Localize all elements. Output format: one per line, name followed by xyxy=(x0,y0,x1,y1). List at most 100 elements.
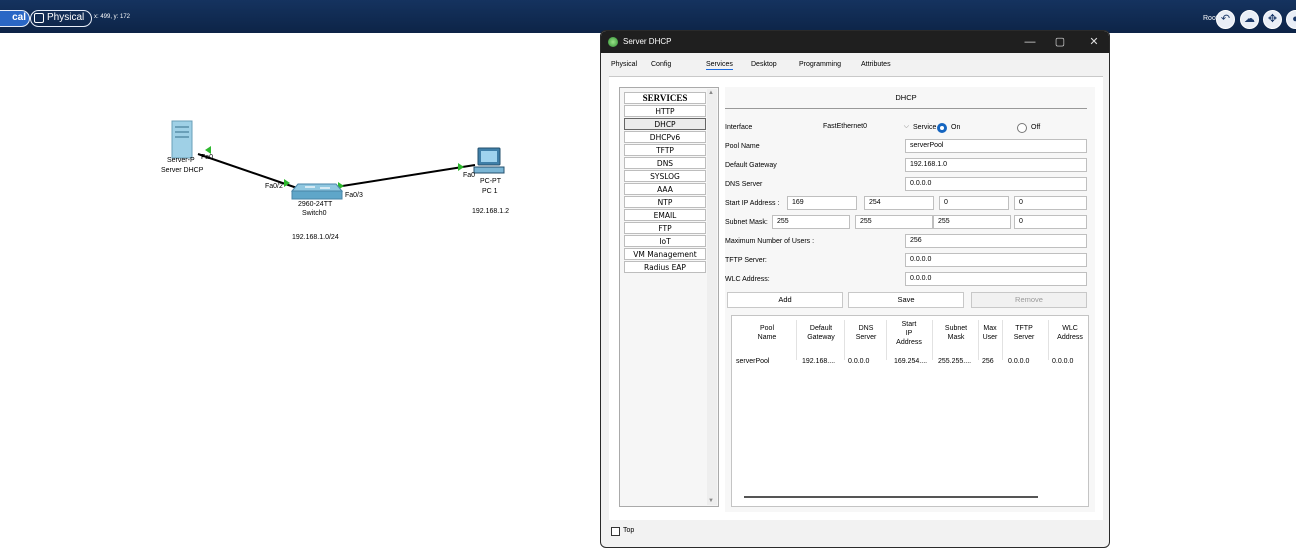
max-users-input[interactable]: 256 xyxy=(905,234,1087,248)
cloud-icon[interactable]: ☁ xyxy=(1240,10,1259,29)
start-ip-octet-2[interactable]: 254 xyxy=(864,196,934,210)
close-button[interactable]: ✕ xyxy=(1077,31,1109,53)
column-separator xyxy=(1048,320,1049,360)
dhcp-title: DHCP xyxy=(895,93,917,102)
server-icon[interactable] xyxy=(171,120,193,159)
service-on-radio[interactable] xyxy=(937,123,947,133)
scroll-down-icon[interactable]: ▼ xyxy=(708,498,714,504)
server-dhcp-window: Server DHCP — ▢ ✕ Physical Config Servic… xyxy=(600,30,1110,548)
switch-icon[interactable] xyxy=(290,183,344,200)
max-users-label: Maximum Number of Users : xyxy=(725,238,815,245)
window-title: Server DHCP xyxy=(623,37,672,46)
service-iot[interactable]: IoT xyxy=(624,235,706,247)
move-icon[interactable]: ✥ xyxy=(1263,10,1282,29)
pc-icon[interactable] xyxy=(473,147,505,174)
save-button[interactable]: Save xyxy=(848,292,964,308)
table-horizontal-scrollbar[interactable] xyxy=(744,496,1038,498)
start-ip-octet-4[interactable]: 0 xyxy=(1014,196,1087,210)
tab-services[interactable]: Services xyxy=(706,61,733,70)
service-ntp[interactable]: NTP xyxy=(624,196,706,208)
start-ip-label: Start IP Address : xyxy=(725,200,780,207)
gateway-input[interactable]: 192.168.1.0 xyxy=(905,158,1087,172)
col-pool-name[interactable]: Pool Name xyxy=(746,324,788,342)
back-arrow-icon[interactable]: ↶ xyxy=(1216,10,1235,29)
maximize-button[interactable]: ▢ xyxy=(1043,31,1077,53)
mask-octet-1[interactable]: 255 xyxy=(772,215,850,229)
column-separator xyxy=(844,320,845,360)
add-button[interactable]: Add xyxy=(727,292,843,308)
service-aaa[interactable]: AAA xyxy=(624,183,706,195)
mask-octet-4[interactable]: 0 xyxy=(1014,215,1087,229)
tab-physical[interactable]: Physical xyxy=(611,61,637,68)
service-syslog[interactable]: SYSLOG xyxy=(624,170,706,182)
service-dhcpv6[interactable]: DHCPv6 xyxy=(624,131,706,143)
top-checkbox-label: Top xyxy=(623,527,635,534)
tab-programming[interactable]: Programming xyxy=(799,61,841,68)
link-switch-pc xyxy=(335,164,476,188)
col-max-user[interactable]: Max User xyxy=(980,324,1000,342)
pool-name-label: Pool Name xyxy=(725,143,760,150)
service-http[interactable]: HTTP xyxy=(624,105,706,117)
column-separator xyxy=(1002,320,1003,360)
more-icon[interactable]: ● xyxy=(1286,10,1296,29)
dhcp-panel: DHCP Interface FastEthernet0 ⌵ Service O… xyxy=(725,87,1095,512)
cell-subnet-mask: 255.255.... xyxy=(938,358,972,365)
cell-pool-name: serverPool xyxy=(736,358,770,365)
wlc-label: WLC Address: xyxy=(725,276,770,283)
interface-value: FastEthernet0 xyxy=(823,123,867,130)
dns-input[interactable]: 0.0.0.0 xyxy=(905,177,1087,191)
service-on-label: On xyxy=(951,124,961,131)
pc-port-label: Fa0 xyxy=(463,172,476,179)
physical-view-tab[interactable]: Physical xyxy=(30,10,92,27)
col-wlc-address[interactable]: WLC Address xyxy=(1050,324,1090,342)
col-start-ip[interactable]: Start IP Address xyxy=(888,320,930,347)
service-dhcp[interactable]: DHCP xyxy=(624,118,706,130)
tab-desktop[interactable]: Desktop xyxy=(751,61,777,68)
start-ip-octet-3[interactable]: 0 xyxy=(939,196,1009,210)
col-default-gateway[interactable]: Default Gateway xyxy=(798,324,844,342)
col-tftp-server[interactable]: TFTP Server xyxy=(1004,324,1044,342)
mask-octet-3[interactable]: 255 xyxy=(933,215,1011,229)
remove-button[interactable]: Remove xyxy=(971,292,1087,308)
service-tftp[interactable]: TFTP xyxy=(624,144,706,156)
link-status-icon xyxy=(205,146,211,154)
service-ftp[interactable]: FTP xyxy=(624,222,706,234)
cell-tftp: 0.0.0.0 xyxy=(1008,358,1030,365)
services-list: SERVICES HTTP DHCP DHCPv6 TFTP DNS SYSLO… xyxy=(619,87,719,507)
interface-select[interactable]: FastEthernet0 ⌵ xyxy=(819,121,909,135)
window-titlebar[interactable]: Server DHCP — ▢ ✕ xyxy=(601,31,1109,53)
services-header: SERVICES xyxy=(624,92,706,104)
physical-view-label: Physical xyxy=(47,12,85,23)
service-dns[interactable]: DNS xyxy=(624,157,706,169)
column-separator xyxy=(978,320,979,360)
pc-ip-label: 192.168.1.2 xyxy=(472,208,509,215)
tab-attributes[interactable]: Attributes xyxy=(861,61,891,68)
tftp-label: TFTP Server: xyxy=(725,257,767,264)
top-checkbox[interactable] xyxy=(611,527,620,536)
col-subnet-mask[interactable]: Subnet Mask xyxy=(934,324,978,342)
tftp-input[interactable]: 0.0.0.0 xyxy=(905,253,1087,267)
logical-view-tab[interactable]: cal xyxy=(0,10,30,27)
services-content: SERVICES HTTP DHCP DHCPv6 TFTP DNS SYSLO… xyxy=(609,77,1103,520)
tab-config[interactable]: Config xyxy=(651,61,671,68)
pc-name-label: PC 1 xyxy=(482,188,498,195)
mask-octet-2[interactable]: 255 xyxy=(855,215,933,229)
scroll-up-icon[interactable]: ▲ xyxy=(708,90,714,96)
cell-max-user: 256 xyxy=(982,358,994,365)
server-display-name: Server DHCP xyxy=(161,167,204,174)
pool-name-input[interactable]: serverPool xyxy=(905,139,1087,153)
link-status-icon xyxy=(458,163,464,171)
start-ip-octet-1[interactable]: 169 xyxy=(787,196,857,210)
service-email[interactable]: EMAIL xyxy=(624,209,706,221)
wlc-input[interactable]: 0.0.0.0 xyxy=(905,272,1087,286)
minimize-button[interactable]: — xyxy=(1013,31,1047,53)
services-scrollbar[interactable]: ▲ ▼ xyxy=(707,89,717,505)
column-separator xyxy=(932,320,933,360)
chevron-down-icon: ⌵ xyxy=(903,123,909,130)
packet-tracer-icon xyxy=(608,37,618,47)
service-radius-eap[interactable]: Radius EAP xyxy=(624,261,706,273)
col-dns-server[interactable]: DNS Server xyxy=(846,324,886,342)
service-vm-management[interactable]: VM Management xyxy=(624,248,706,260)
dns-label: DNS Server xyxy=(725,181,763,188)
service-off-radio[interactable] xyxy=(1017,123,1027,133)
